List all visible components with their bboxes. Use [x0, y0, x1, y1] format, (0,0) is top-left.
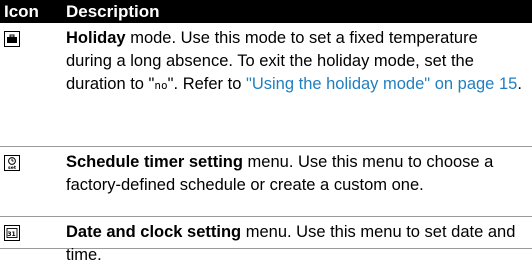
header-icon-column: Icon	[4, 2, 39, 21]
schedule-description: Schedule timer setting menu. Use this me…	[66, 151, 526, 197]
date-clock-title: Date and clock setting	[66, 223, 242, 241]
set-text: set	[8, 165, 17, 170]
holiday-mode-link[interactable]: "Using the holiday mode" on page 15	[246, 75, 517, 93]
schedule-title: Schedule timer setting	[66, 153, 243, 171]
table-row-schedule: set Schedule timer setting menu. Use thi…	[0, 147, 532, 217]
date-clock-description: Date and clock setting menu. Use this me…	[66, 221, 526, 267]
holiday-text-2: ". Refer to	[167, 75, 246, 93]
table-header: Icon Description	[0, 0, 532, 23]
table-row-date-clock: 31 Date and clock setting menu. Use this…	[0, 217, 532, 264]
holiday-title: Holiday	[66, 29, 126, 47]
header-description-column: Description	[66, 2, 160, 21]
clock-set-icon: set	[4, 155, 20, 171]
calendar-number: 31	[7, 231, 15, 238]
table-row-holiday: Holiday mode. Use this mode to set a fix…	[0, 23, 532, 147]
icon-description-table: Icon Description Holiday mode. Use this …	[0, 0, 532, 264]
suitcase-icon	[4, 31, 20, 47]
holiday-description: Holiday mode. Use this mode to set a fix…	[66, 27, 526, 97]
holiday-text-3: .	[517, 75, 522, 93]
lcd-value: no	[154, 79, 168, 92]
calendar-icon: 31	[4, 225, 20, 241]
